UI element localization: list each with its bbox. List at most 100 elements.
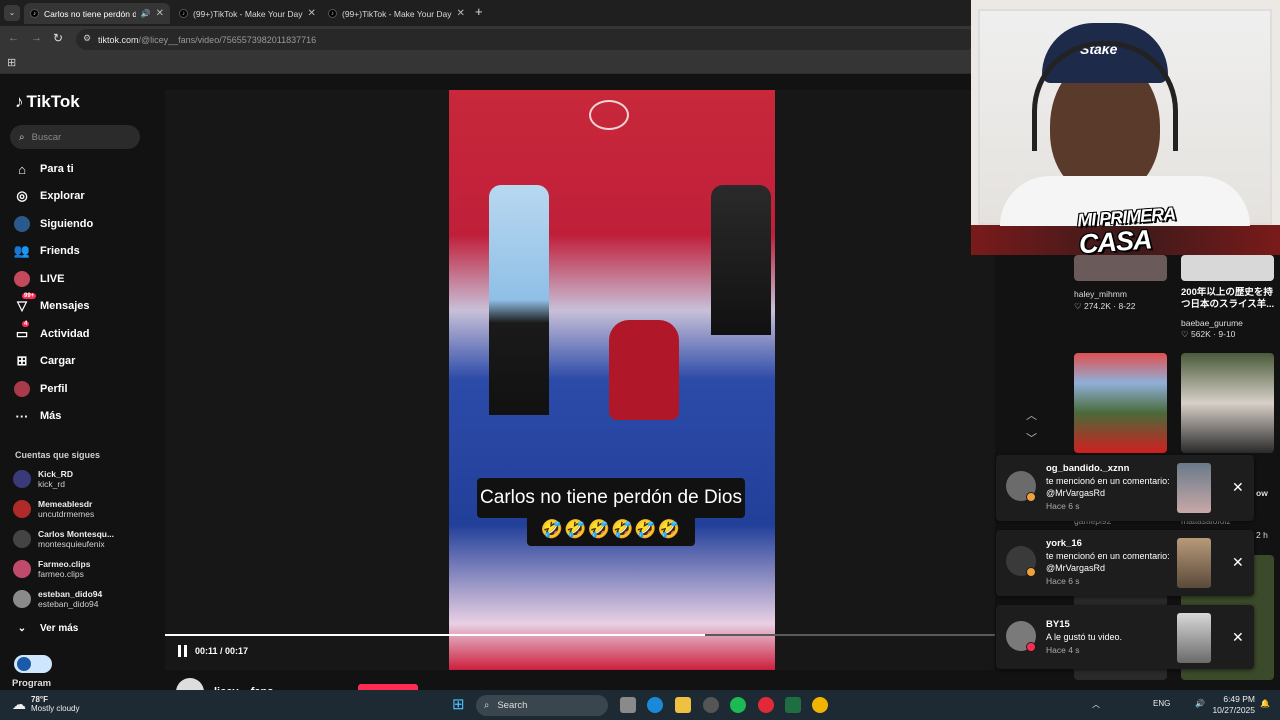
forward-icon[interactable]: → xyxy=(31,32,42,44)
nav-label: Para ti xyxy=(40,163,74,175)
activity-icon: ▭ 4 xyxy=(15,321,30,341)
followed-account[interactable]: Memeablesdr uncutdrmemes xyxy=(13,497,163,521)
address-bar[interactable]: ⚙ tiktok.com/@licey__fans/video/75655739… xyxy=(76,29,976,50)
windows-taskbar: ☁ 78°F Mostly cloudy ⊞ ⌕ Search ︿ ENG 🔊 … xyxy=(0,690,1280,720)
overlay-title: MI PRIMERA CASA xyxy=(1076,202,1177,260)
start-icon[interactable]: ⊞ xyxy=(452,697,465,713)
video-thumbnail[interactable] xyxy=(1074,353,1167,453)
tiktok-note-icon: ♪ xyxy=(15,92,24,111)
recorder-icon[interactable] xyxy=(758,697,774,713)
nav-label: Siguiendo xyxy=(40,218,94,230)
tray-chevron-icon[interactable]: ︿ xyxy=(1092,699,1100,710)
tiktok-favicon-icon: ♪ xyxy=(30,9,39,18)
video-progress-bar[interactable] xyxy=(165,634,995,636)
notification-card[interactable]: york_16 te mencionó en un comentario: @M… xyxy=(996,530,1254,596)
compass-icon: ◎ xyxy=(16,188,28,203)
app-icon[interactable] xyxy=(703,697,719,713)
spotify-icon[interactable] xyxy=(730,697,746,713)
nav-label: Cargar xyxy=(40,355,76,367)
pause-icon[interactable] xyxy=(178,645,188,657)
logo-text: TikTok xyxy=(26,92,80,111)
video-user[interactable]: haley_mihmm xyxy=(1074,289,1127,299)
account-name: Farmeo.clips xyxy=(38,559,91,569)
nav-siguiendo[interactable]: Siguiendo xyxy=(14,214,154,234)
site-info-icon[interactable]: ⚙ xyxy=(83,33,91,44)
account-name: Memeablesdr xyxy=(38,499,93,509)
nav-explorar[interactable]: ◎ Explorar xyxy=(14,186,154,206)
nav-label: Actividad xyxy=(40,328,90,340)
chevron-down-icon[interactable]: ﹀ xyxy=(1026,430,1037,446)
excel-icon[interactable] xyxy=(785,697,801,713)
nav-actividad[interactable]: ▭ 4 Actividad xyxy=(14,321,154,344)
taskbar-search[interactable]: ⌕ Search xyxy=(476,695,608,716)
search-input[interactable]: ⌕ Buscar xyxy=(10,125,140,149)
nav-live[interactable]: LIVE xyxy=(14,269,154,289)
followed-account[interactable]: esteban_dido94 esteban_dido94 xyxy=(13,587,163,611)
volume-icon[interactable]: 🔊 xyxy=(1195,699,1205,708)
nav-label: Mensajes xyxy=(40,300,90,312)
video-thumbnail[interactable] xyxy=(1181,353,1274,453)
program-icon xyxy=(17,657,31,671)
url-host: tiktok.com xyxy=(98,34,139,45)
video-caption: Carlos no tiene perdón de Dios xyxy=(477,478,745,518)
video-thumbnail[interactable] xyxy=(1074,255,1167,281)
apps-grid-icon[interactable]: ⊞ xyxy=(7,56,16,69)
notification-bell-icon[interactable]: 🔔 xyxy=(1260,699,1270,708)
chevron-up-icon[interactable]: ︿ xyxy=(1026,407,1037,423)
nav-mensajes[interactable]: ▽ 99+ Mensajes xyxy=(14,293,154,316)
video-title[interactable]: 200年以上の歴史を持つ日本のスライス羊... xyxy=(1181,287,1277,311)
clock[interactable]: 6:49 PM 10/27/2025 xyxy=(1210,694,1255,716)
see-more-link[interactable]: ⌄ Ver más xyxy=(14,618,154,638)
video-frame[interactable] xyxy=(449,90,775,670)
video-user[interactable]: baebae_gurume xyxy=(1181,318,1243,328)
close-icon[interactable]: ✕ xyxy=(1232,479,1244,496)
video-thumbnail[interactable] xyxy=(1181,255,1274,281)
new-tab-icon[interactable]: + xyxy=(475,4,483,19)
back-icon[interactable]: ← xyxy=(8,32,19,44)
notification-card[interactable]: BY15 A le gustó tu video. Hace 4 s ✕ xyxy=(996,605,1254,669)
followed-account[interactable]: Farmeo.clips farmeo.clips xyxy=(13,557,163,581)
close-tab-icon[interactable]: ✕ xyxy=(156,8,164,19)
playback-controls: 00:11 / 00:17 xyxy=(178,645,248,657)
account-handle: kick_rd xyxy=(38,479,65,489)
nav-label: Explorar xyxy=(40,190,85,202)
close-icon[interactable]: ✕ xyxy=(1232,554,1244,571)
task-view-icon[interactable] xyxy=(620,697,636,713)
weather-temp: 78°F xyxy=(31,695,48,704)
weather-widget[interactable]: ☁ 78°F Mostly cloudy xyxy=(12,695,79,713)
speaker-icon[interactable]: 🔊 xyxy=(141,9,151,18)
tiktok-logo[interactable]: ♪ TikTok xyxy=(15,92,80,112)
program-toggle[interactable] xyxy=(14,655,52,673)
nav-cargar[interactable]: ⊞ Cargar xyxy=(14,351,154,371)
notification-user: BY15 xyxy=(1046,619,1070,630)
nav-mas[interactable]: ··· Más xyxy=(14,406,154,426)
clock-time: 6:49 PM xyxy=(1223,694,1255,704)
nav-friends[interactable]: 👥 Friends xyxy=(14,241,154,261)
reload-icon[interactable]: ↻ xyxy=(53,31,63,45)
nav-label: Perfil xyxy=(40,383,68,395)
weather-desc: Mostly cloudy xyxy=(31,704,80,713)
tab-list-menu-icon[interactable]: ⌄ xyxy=(4,5,20,21)
profile-icon xyxy=(14,381,30,397)
chrome-icon[interactable] xyxy=(812,697,828,713)
nav-perfil[interactable]: Perfil xyxy=(14,379,154,399)
search-icon: ⌕ xyxy=(19,131,25,143)
avatar xyxy=(13,560,31,578)
person-figure xyxy=(609,320,679,420)
person-figure xyxy=(711,185,771,335)
tab-tiktok-2[interactable]: ♪ (99+)TikTok - Make Your Day ✕ xyxy=(322,3,468,24)
edge-icon[interactable] xyxy=(647,697,663,713)
nav-para-ti[interactable]: ⌂ Para ti xyxy=(14,159,154,179)
tab-tiktok-1[interactable]: ♪ (99+)TikTok - Make Your Day ✕ xyxy=(173,3,319,24)
followed-account[interactable]: Carlos Montesqu... montesquieufenix xyxy=(13,527,163,551)
tab-video[interactable]: ♪ Carlos no tiene perdón de Dios 🔊 ✕ xyxy=(24,3,170,24)
close-tab-icon[interactable]: ✕ xyxy=(308,8,316,19)
file-explorer-icon[interactable] xyxy=(675,697,691,713)
close-icon[interactable]: ✕ xyxy=(1232,629,1244,646)
notification-card[interactable]: og_bandido._xznn te mencionó en un comen… xyxy=(996,455,1254,521)
lang-indicator[interactable]: ENG xyxy=(1153,699,1170,708)
close-tab-icon[interactable]: ✕ xyxy=(457,8,465,19)
search-placeholder: Buscar xyxy=(31,131,62,143)
followed-account[interactable]: Kick_RD kick_rd xyxy=(13,467,163,491)
avatar xyxy=(13,470,31,488)
